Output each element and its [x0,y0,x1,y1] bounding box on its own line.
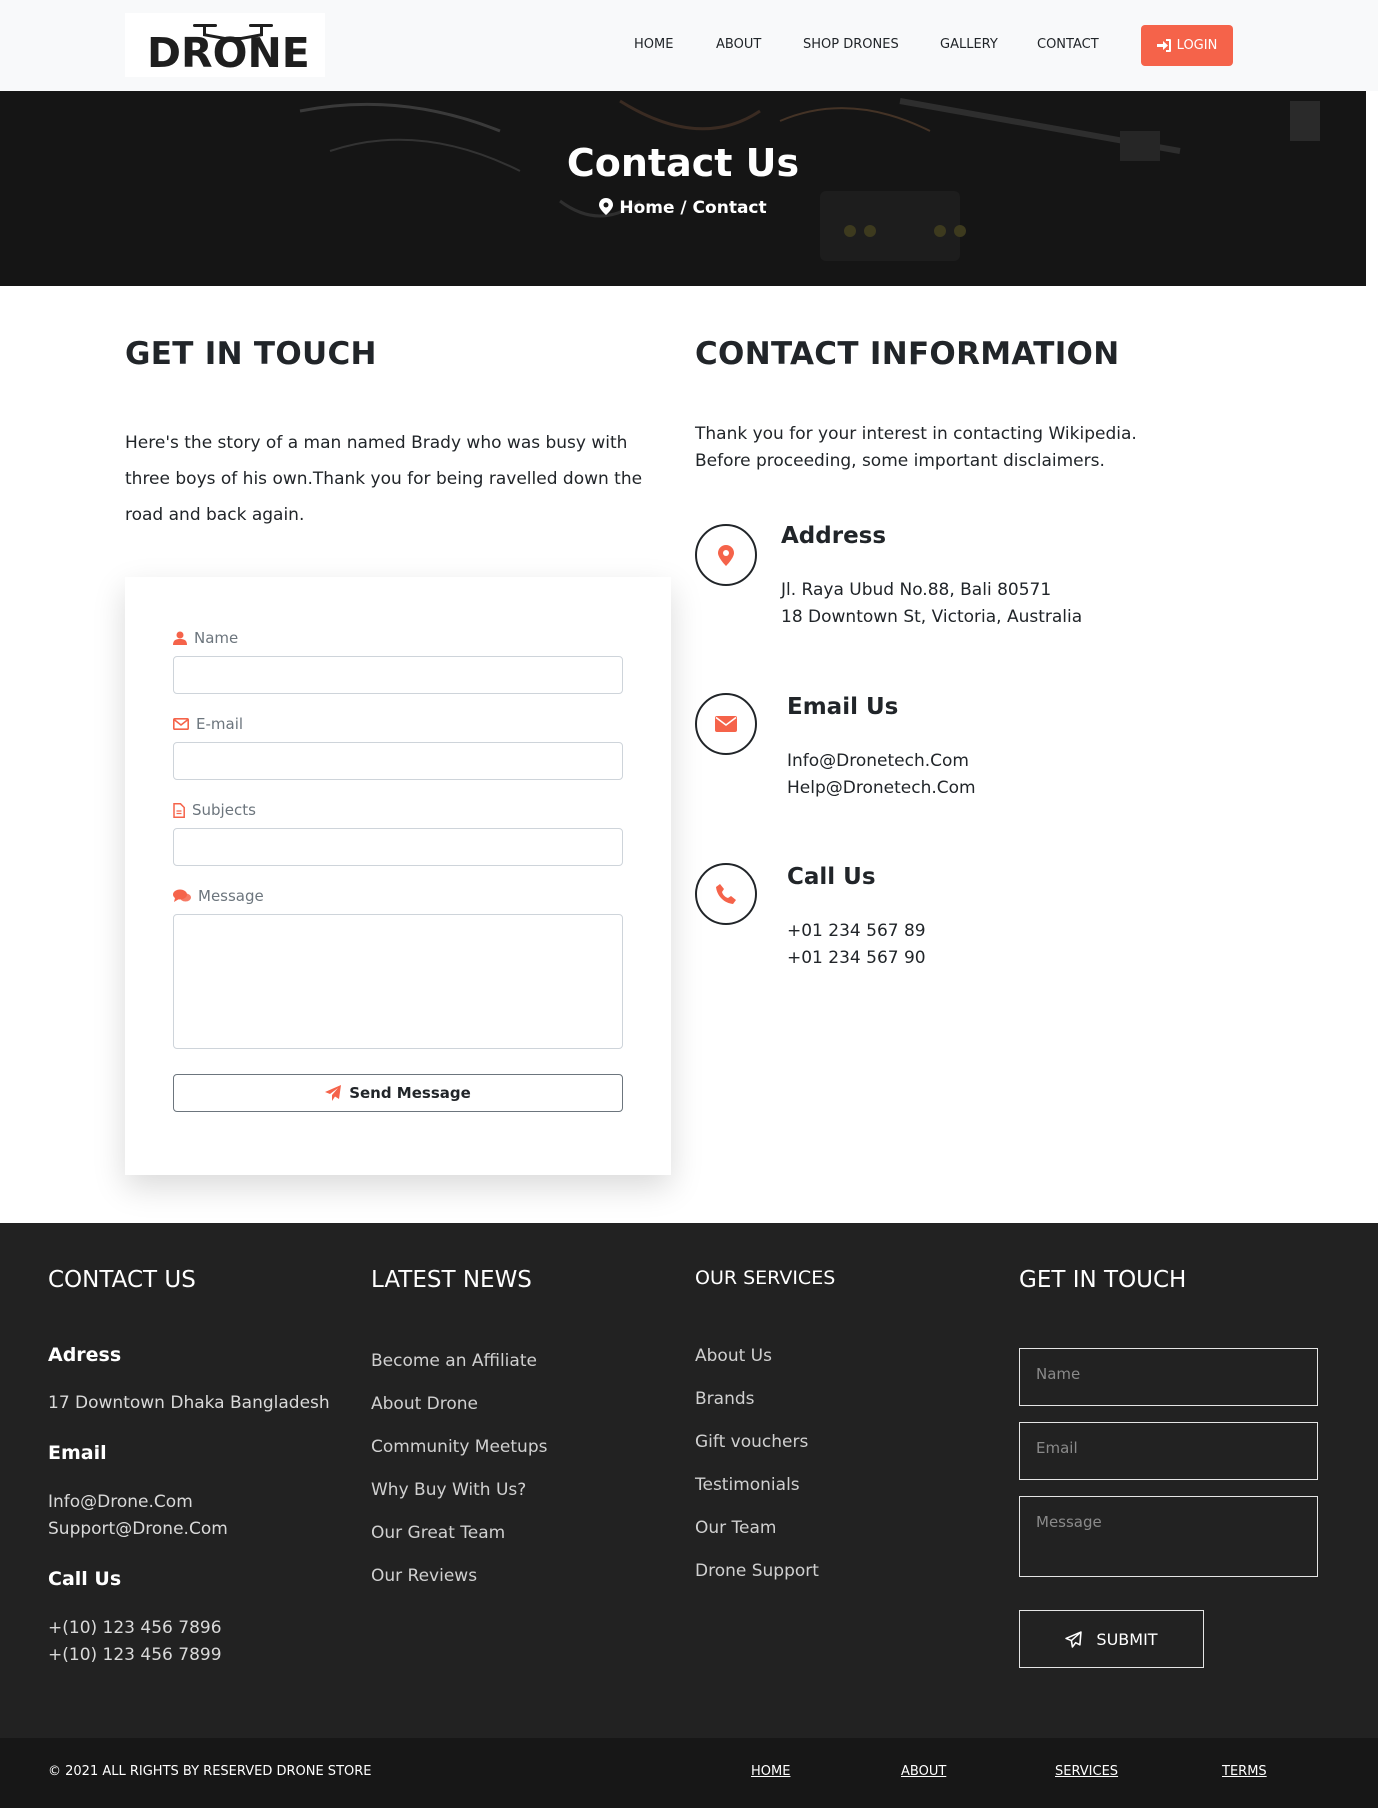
login-button[interactable]: LOGIN [1141,25,1233,66]
nav-about[interactable]: ABOUT [716,37,761,52]
map-marker-icon [599,198,614,215]
file-icon [173,802,185,818]
footer-email-input[interactable]: Email [1019,1422,1318,1480]
comments-icon [173,889,191,902]
bottom-bar: © 2021 ALL RIGHTS BY RESERVED DRONE STOR… [0,1738,1378,1808]
email-line-1[interactable]: Info@Dronetech.Com [787,751,969,771]
footer-name-input[interactable]: Name [1019,1348,1318,1406]
message-label: Message [173,887,264,905]
get-in-touch-text: Here's the story of a man named Brady wh… [125,433,643,525]
footer: CONTACT US Adress 17 Downtown Dhaka Bang… [0,1223,1378,1738]
logo[interactable]: DRONE [125,13,325,77]
footer-service-link[interactable]: Drone Support [695,1561,819,1581]
footer-services-heading: OUR SERVICES [695,1267,836,1289]
name-field[interactable] [173,656,623,694]
nav-home[interactable]: HOME [634,37,673,52]
name-label: Name [173,629,238,647]
footer-news-link[interactable]: Community Meetups [371,1437,547,1457]
footer-news-link[interactable]: Our Reviews [371,1566,477,1586]
address-line-2: 18 Downtown St, Victoria, Australia [781,607,1083,627]
logo-text: DRONE [147,29,310,77]
footer-phone-1[interactable]: +(10) 123 456 7896 [48,1618,222,1638]
email-field[interactable] [173,742,623,780]
user-icon [173,631,187,645]
footer-email-title: Email [48,1442,107,1464]
footer-address-title: Adress [48,1344,122,1366]
footer-email-2[interactable]: Support@Drone.Com [48,1519,228,1539]
footer-email-1[interactable]: Info@Drone.Com [48,1492,193,1512]
footer-message-input[interactable]: Message [1019,1496,1318,1577]
bottom-link-terms[interactable]: TERMS [1222,1764,1267,1779]
call-line-2[interactable]: +01 234 567 90 [787,948,926,968]
bottom-link-about[interactable]: ABOUT [901,1764,946,1779]
call-title: Call Us [787,864,876,890]
get-in-touch-heading: GET IN TOUCH [125,336,377,372]
email-line-2[interactable]: Help@Dronetech.Com [787,778,976,798]
contact-section: GET IN TOUCH Here's the story of a man n… [0,286,1378,1223]
footer-news-link[interactable]: Our Great Team [371,1523,505,1543]
email-label: E-mail [173,715,243,733]
footer-service-link[interactable]: Our Team [695,1518,776,1538]
footer-news-link[interactable]: Why Buy With Us? [371,1480,526,1500]
map-marker-icon [718,544,734,566]
footer-service-link[interactable]: Brands [695,1389,755,1409]
contact-form: Name E-mail Subjects Message Send Messag… [125,577,671,1175]
address-line-1: Jl. Raya Ubud No.88, Bali 80571 [781,580,1052,600]
footer-service-link[interactable]: Gift vouchers [695,1432,808,1452]
phone-icon-circle [695,863,757,925]
footer-contact-heading: CONTACT US [48,1267,196,1293]
address-title: Address [781,523,887,549]
message-field[interactable] [173,914,623,1049]
footer-call-title: Call Us [48,1568,122,1590]
footer-service-link[interactable]: About Us [695,1346,772,1366]
send-message-button[interactable]: Send Message [173,1074,623,1112]
bottom-link-services[interactable]: SERVICES [1055,1764,1118,1779]
address-icon-circle [695,524,757,586]
email-title: Email Us [787,694,899,720]
nav-shop-drones[interactable]: SHOP DRONES [803,37,899,52]
login-label: LOGIN [1176,38,1218,53]
paper-plane-icon [1065,1630,1083,1648]
footer-address: 17 Downtown Dhaka Bangladesh [48,1393,330,1413]
hero-background-image [0,91,1366,286]
subjects-label: Subjects [173,801,256,819]
copyright-text: © 2021 ALL RIGHTS BY RESERVED DRONE STOR… [48,1764,372,1779]
envelope-icon [715,716,737,732]
contact-information-text: Thank you for your interest in contactin… [695,424,1137,471]
contact-information-heading: CONTACT INFORMATION [695,336,1120,372]
footer-service-link[interactable]: Testimonials [695,1475,800,1495]
footer-touch-heading: GET IN TOUCH [1019,1267,1187,1293]
footer-news-link[interactable]: Become an Affiliate [371,1351,537,1371]
bottom-link-home[interactable]: HOME [751,1764,790,1779]
phone-icon [716,884,736,904]
envelope-icon [173,718,189,730]
footer-phone-2[interactable]: +(10) 123 456 7899 [48,1645,222,1665]
email-icon-circle [695,693,757,755]
subjects-field[interactable] [173,828,623,866]
breadcrumb-text: Home / Contact [619,198,767,218]
page-title: Contact Us [566,141,800,185]
call-line-1[interactable]: +01 234 567 89 [787,921,926,941]
navbar: DRONE HOME ABOUT SHOP DRONES GALLERY CON… [0,0,1378,91]
nav-contact[interactable]: CONTACT [1037,37,1099,52]
paper-plane-icon [325,1085,342,1101]
footer-news-link[interactable]: About Drone [371,1394,478,1414]
nav-gallery[interactable]: GALLERY [940,37,998,52]
sign-in-icon [1156,39,1171,52]
footer-submit-button[interactable]: SUBMIT [1019,1610,1204,1668]
page-hero: Contact Us Home / Contact [0,91,1366,286]
footer-news-heading: LATEST NEWS [371,1267,532,1293]
breadcrumb: Home / Contact [0,198,1366,218]
